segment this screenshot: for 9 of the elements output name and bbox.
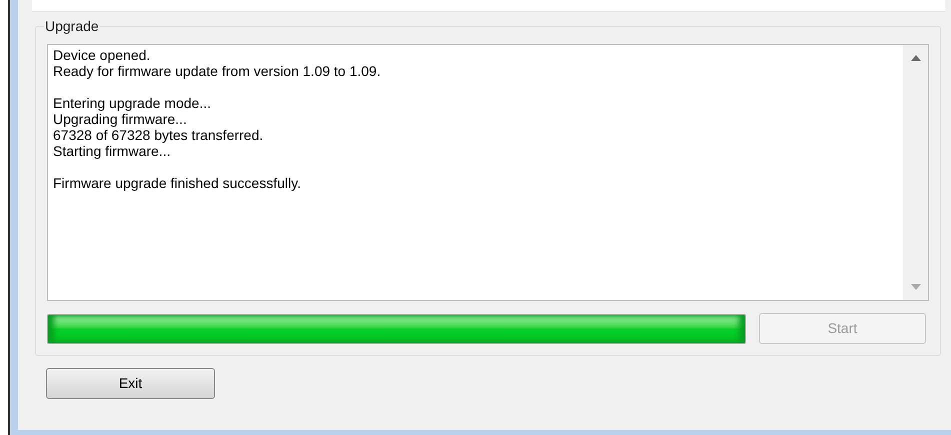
log-line: Starting firmware... (53, 143, 170, 159)
log-line: Device opened. (53, 47, 150, 63)
log-line: Firmware upgrade finished successfully. (53, 175, 301, 191)
exit-button[interactable]: Exit (46, 368, 215, 399)
log-line: Entering upgrade mode... (53, 95, 211, 111)
scroll-up-icon[interactable] (910, 55, 920, 61)
log-line: Upgrading firmware... (53, 111, 187, 127)
log-line: Ready for firmware update from version 1.09 to 1.09. (53, 63, 381, 79)
log-line: 67328 of 67328 bytes transferred. (53, 127, 264, 143)
